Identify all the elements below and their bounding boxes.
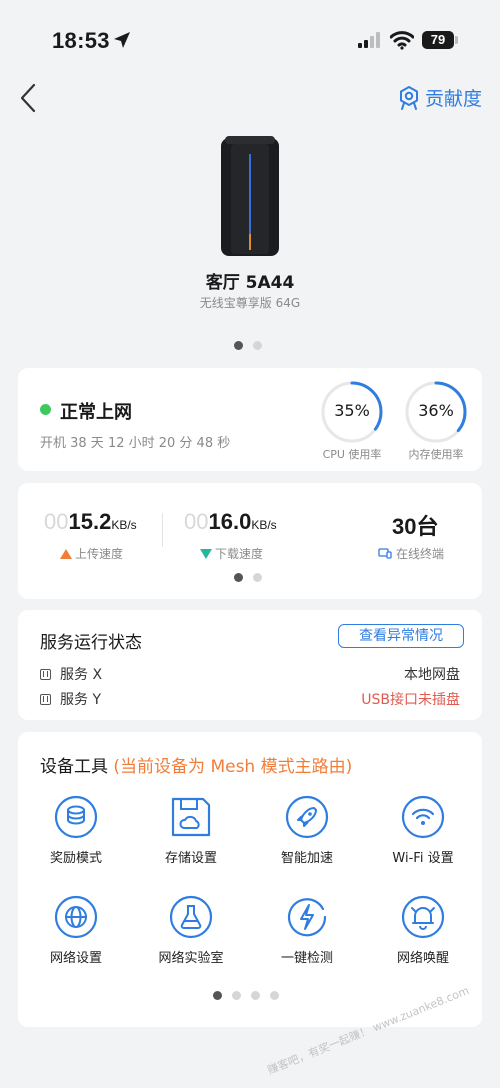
tool-wake-on-lan[interactable]: 网络唤醒 bbox=[368, 895, 478, 966]
service-row: 服务 Y bbox=[40, 689, 101, 709]
device-name: 客厅 5A44 bbox=[205, 273, 295, 293]
service-name: 服务 X bbox=[60, 667, 103, 683]
tool-label: 网络唤醒 bbox=[396, 951, 449, 966]
tool-reward-mode[interactable]: 奖励模式 bbox=[21, 795, 131, 866]
upload-speed-unit: KB/s bbox=[111, 518, 137, 532]
status-bar: 18:53 79 bbox=[0, 0, 500, 80]
tool-one-click-check[interactable]: 一键检测 bbox=[252, 895, 362, 966]
uptime-text: 开机 38 天 12 小时 20 分 48 秒 bbox=[40, 436, 231, 451]
tool-label: 奖励模式 bbox=[49, 851, 102, 866]
router-image[interactable] bbox=[219, 134, 281, 258]
tool-label: Wi-Fi 设置 bbox=[392, 851, 454, 866]
memory-usage-label: 内存使用率 bbox=[408, 448, 464, 461]
network-status-card[interactable]: 正常上网 开机 38 天 12 小时 20 分 48 秒 35% CPU 使用率… bbox=[18, 368, 482, 471]
tool-label: 一键检测 bbox=[280, 951, 333, 966]
download-speed-unit: KB/s bbox=[251, 518, 277, 532]
online-devices-label: 在线终端 bbox=[378, 545, 444, 562]
location-arrow-icon bbox=[114, 32, 130, 48]
upload-label-text: 上传速度 bbox=[75, 547, 124, 561]
tool-label: 存储设置 bbox=[164, 851, 217, 866]
service-value-warning: USB接口未插盘 bbox=[361, 692, 460, 708]
pager-dot[interactable] bbox=[253, 573, 262, 582]
pager-dot[interactable] bbox=[251, 991, 260, 1000]
tool-wifi-settings[interactable]: Wi-Fi 设置 bbox=[368, 795, 478, 866]
download-speed-value: 16.0 bbox=[208, 509, 252, 534]
pager-dot[interactable] bbox=[234, 341, 243, 350]
lightning-icon bbox=[287, 898, 327, 937]
battery-indicator: 79 bbox=[422, 31, 454, 49]
view-anomalies-button[interactable]: 查看异常情况 bbox=[338, 624, 464, 648]
device-pager[interactable] bbox=[234, 341, 262, 350]
contribution-label: 贡献度 bbox=[424, 88, 482, 110]
download-label: 下载速度 bbox=[200, 545, 263, 562]
contribution-gear-icon bbox=[399, 85, 418, 110]
rocket-icon bbox=[285, 795, 329, 839]
service-name: 服务 Y bbox=[60, 692, 102, 708]
tools-title-text: 设备工具 bbox=[40, 757, 108, 777]
speed-card[interactable]: 0015.2KB/s 上传速度 0016.0KB/s 下载速度 30台 在线终端 bbox=[18, 483, 482, 599]
upload-arrow-icon bbox=[60, 548, 72, 559]
cellular-signal-icon bbox=[358, 32, 380, 48]
bell-icon bbox=[401, 895, 445, 939]
tool-label: 网络实验室 bbox=[158, 951, 224, 966]
service-row: 服务 X bbox=[40, 664, 102, 684]
network-status-label: 正常上网 bbox=[60, 402, 132, 423]
tool-storage-settings[interactable]: 存储设置 bbox=[136, 795, 246, 866]
download-speed-prefix: 00 bbox=[184, 509, 209, 534]
speed-pager[interactable] bbox=[234, 573, 262, 582]
pager-dot[interactable] bbox=[234, 573, 243, 582]
tools-subtitle: (当前设备为 Mesh 模式主路由) bbox=[113, 757, 353, 777]
tool-network-lab[interactable]: 网络实验室 bbox=[136, 895, 246, 966]
upload-speed-prefix: 00 bbox=[44, 509, 69, 534]
download-arrow-icon bbox=[200, 548, 212, 559]
flask-icon bbox=[169, 895, 213, 939]
online-devices-label-text: 在线终端 bbox=[396, 547, 445, 561]
cpu-usage-label: CPU 使用率 bbox=[322, 448, 382, 461]
online-devices-count: 30台 bbox=[392, 514, 439, 539]
cpu-usage-value: 35% bbox=[334, 401, 370, 420]
memory-usage-value: 36% bbox=[418, 401, 454, 420]
coins-icon bbox=[54, 795, 98, 839]
pager-dot[interactable] bbox=[270, 991, 279, 1000]
pager-dot[interactable] bbox=[213, 991, 222, 1000]
globe-icon bbox=[54, 895, 98, 939]
device-tools-card: 设备工具 (当前设备为 Mesh 模式主路由) 奖励模式 存储设置 智能加速 W… bbox=[18, 732, 482, 1027]
device-tools-title: 设备工具 (当前设备为 Mesh 模式主路由) bbox=[40, 752, 352, 777]
tools-pager[interactable] bbox=[213, 991, 279, 1000]
upload-speed: 0015.2KB/s bbox=[44, 509, 137, 535]
speed-divider bbox=[162, 513, 163, 547]
service-status-title: 服务运行状态 bbox=[40, 633, 142, 653]
battery-tip bbox=[455, 36, 458, 44]
devices-icon bbox=[378, 548, 392, 559]
pager-dot[interactable] bbox=[253, 341, 262, 350]
status-time: 18:53 bbox=[52, 28, 110, 53]
upload-label: 上传速度 bbox=[60, 545, 123, 562]
upload-speed-value: 15.2 bbox=[68, 509, 112, 534]
wifi-status-icon bbox=[390, 31, 414, 50]
wifi-icon bbox=[401, 795, 445, 839]
service-icon bbox=[40, 693, 51, 705]
back-button[interactable] bbox=[14, 80, 46, 116]
download-label-text: 下载速度 bbox=[215, 547, 264, 561]
storage-cloud-icon bbox=[171, 797, 211, 837]
download-speed: 0016.0KB/s bbox=[184, 509, 277, 535]
contribution-button[interactable]: 贡献度 bbox=[397, 84, 482, 111]
service-icon bbox=[40, 668, 51, 680]
tool-network-settings[interactable]: 网络设置 bbox=[21, 895, 131, 966]
tool-smart-boost[interactable]: 智能加速 bbox=[252, 795, 362, 866]
device-model: 无线宝尊享版 64G bbox=[199, 296, 301, 310]
tool-label: 网络设置 bbox=[49, 951, 102, 966]
pager-dot[interactable] bbox=[232, 991, 241, 1000]
service-value: 本地网盘 bbox=[404, 667, 460, 683]
online-status-dot bbox=[40, 404, 51, 415]
tool-label: 智能加速 bbox=[280, 851, 333, 866]
service-status-card: 服务运行状态 查看异常情况 服务 X 本地网盘 服务 Y USB接口未插盘 bbox=[18, 610, 482, 720]
